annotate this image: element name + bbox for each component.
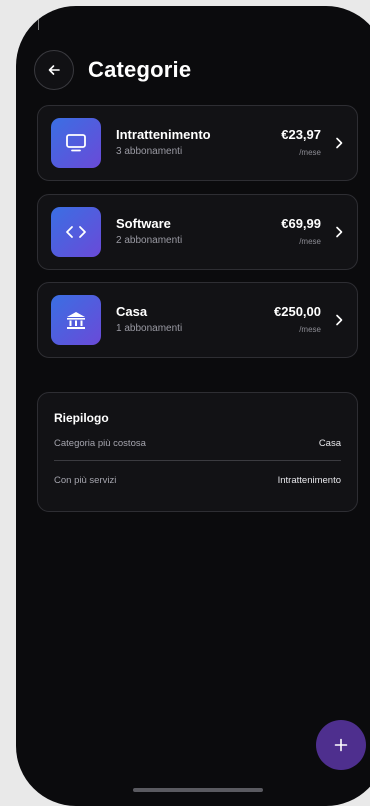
chevron-right-icon bbox=[336, 137, 343, 149]
summary-title: Riepilogo bbox=[54, 411, 109, 425]
arrow-left-icon bbox=[48, 65, 60, 75]
category-card-casa[interactable]: Casa 1 abbonamenti €250,00 /mese bbox=[37, 282, 358, 358]
category-name: Intrattenimento bbox=[116, 126, 211, 142]
divider bbox=[54, 460, 341, 461]
summary-label: Con più servizi bbox=[54, 475, 117, 486]
category-price: €250,00 bbox=[274, 303, 321, 319]
add-button[interactable] bbox=[316, 720, 366, 770]
price-unit: /mese bbox=[299, 147, 321, 157]
code-icon bbox=[66, 226, 86, 238]
category-icon-box bbox=[51, 295, 101, 345]
category-price: €69,99 bbox=[281, 215, 321, 231]
summary-card: Riepilogo Categoria più costosa Casa Con… bbox=[37, 392, 358, 512]
chevron-right-icon bbox=[336, 226, 343, 238]
summary-row: Categoria più costosa Casa bbox=[54, 438, 341, 458]
category-name: Casa bbox=[116, 303, 148, 319]
category-icon-box bbox=[51, 118, 101, 168]
price-unit: /mese bbox=[299, 324, 321, 334]
bank-icon bbox=[67, 312, 85, 329]
summary-value: Casa bbox=[318, 438, 341, 449]
category-name: Software bbox=[116, 215, 171, 231]
category-card-intrattenimento[interactable]: Intrattenimento 3 abbonamenti €23,97 /me… bbox=[37, 105, 358, 181]
category-price: €23,97 bbox=[281, 126, 321, 142]
header: Categorie bbox=[34, 50, 191, 90]
tv-icon bbox=[66, 134, 86, 152]
summary-row: Con più servizi Intrattenimento bbox=[54, 475, 341, 486]
price-unit: /mese bbox=[299, 236, 321, 246]
chevron-right-icon bbox=[336, 314, 343, 326]
status-bar-mark bbox=[38, 16, 39, 30]
back-button[interactable] bbox=[34, 50, 74, 90]
home-indicator[interactable] bbox=[133, 788, 263, 792]
category-count: 2 abbonamenti bbox=[116, 234, 183, 246]
category-card-software[interactable]: Software 2 abbonamenti €69,99 /mese bbox=[37, 194, 358, 270]
page-title: Categorie bbox=[88, 57, 192, 82]
category-icon-box bbox=[51, 207, 101, 257]
plus-icon bbox=[334, 738, 348, 752]
summary-label: Categoria più costosa bbox=[54, 438, 146, 449]
category-count: 1 abbonamenti bbox=[116, 322, 183, 334]
category-count: 3 abbonamenti bbox=[116, 145, 183, 157]
phone-screen: Categorie Intrattenimento 3 abbonamenti … bbox=[16, 6, 370, 806]
summary-value: Intrattenimento bbox=[277, 475, 341, 486]
